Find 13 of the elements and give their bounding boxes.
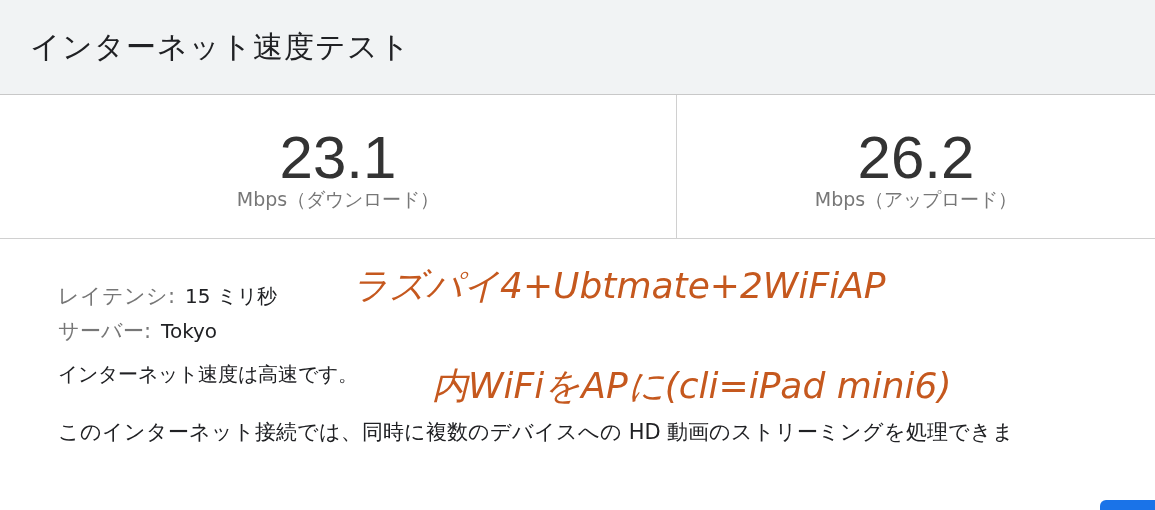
detail-label: レイテンシ: (58, 283, 176, 310)
handwritten-note: ラズパイ4+Ubtmate+2WiFiAP (352, 264, 886, 308)
detail-value: 15 ミリ秒 (185, 283, 277, 310)
handwritten-note: 内WiFiをAPに(cli=iPad mini6) (432, 364, 952, 408)
summary-text: インターネット速度は高速です。 (58, 362, 358, 386)
speed-value: 26.2 (857, 128, 975, 187)
speed-unit: Mbps（ダウンロード） (236, 186, 440, 212)
description-text: このインターネット接続では、同時に複数のデバイスへの HD 動画のストリーミングを処理できま (58, 420, 1015, 444)
speed-value: 23.1 (279, 128, 397, 187)
detail-value: Tokyo (161, 318, 218, 345)
speed-unit: Mbps（アップロード） (814, 186, 1018, 212)
page-title: インターネット速度テスト (30, 27, 411, 66)
detail-label: サーバー: (58, 318, 152, 345)
